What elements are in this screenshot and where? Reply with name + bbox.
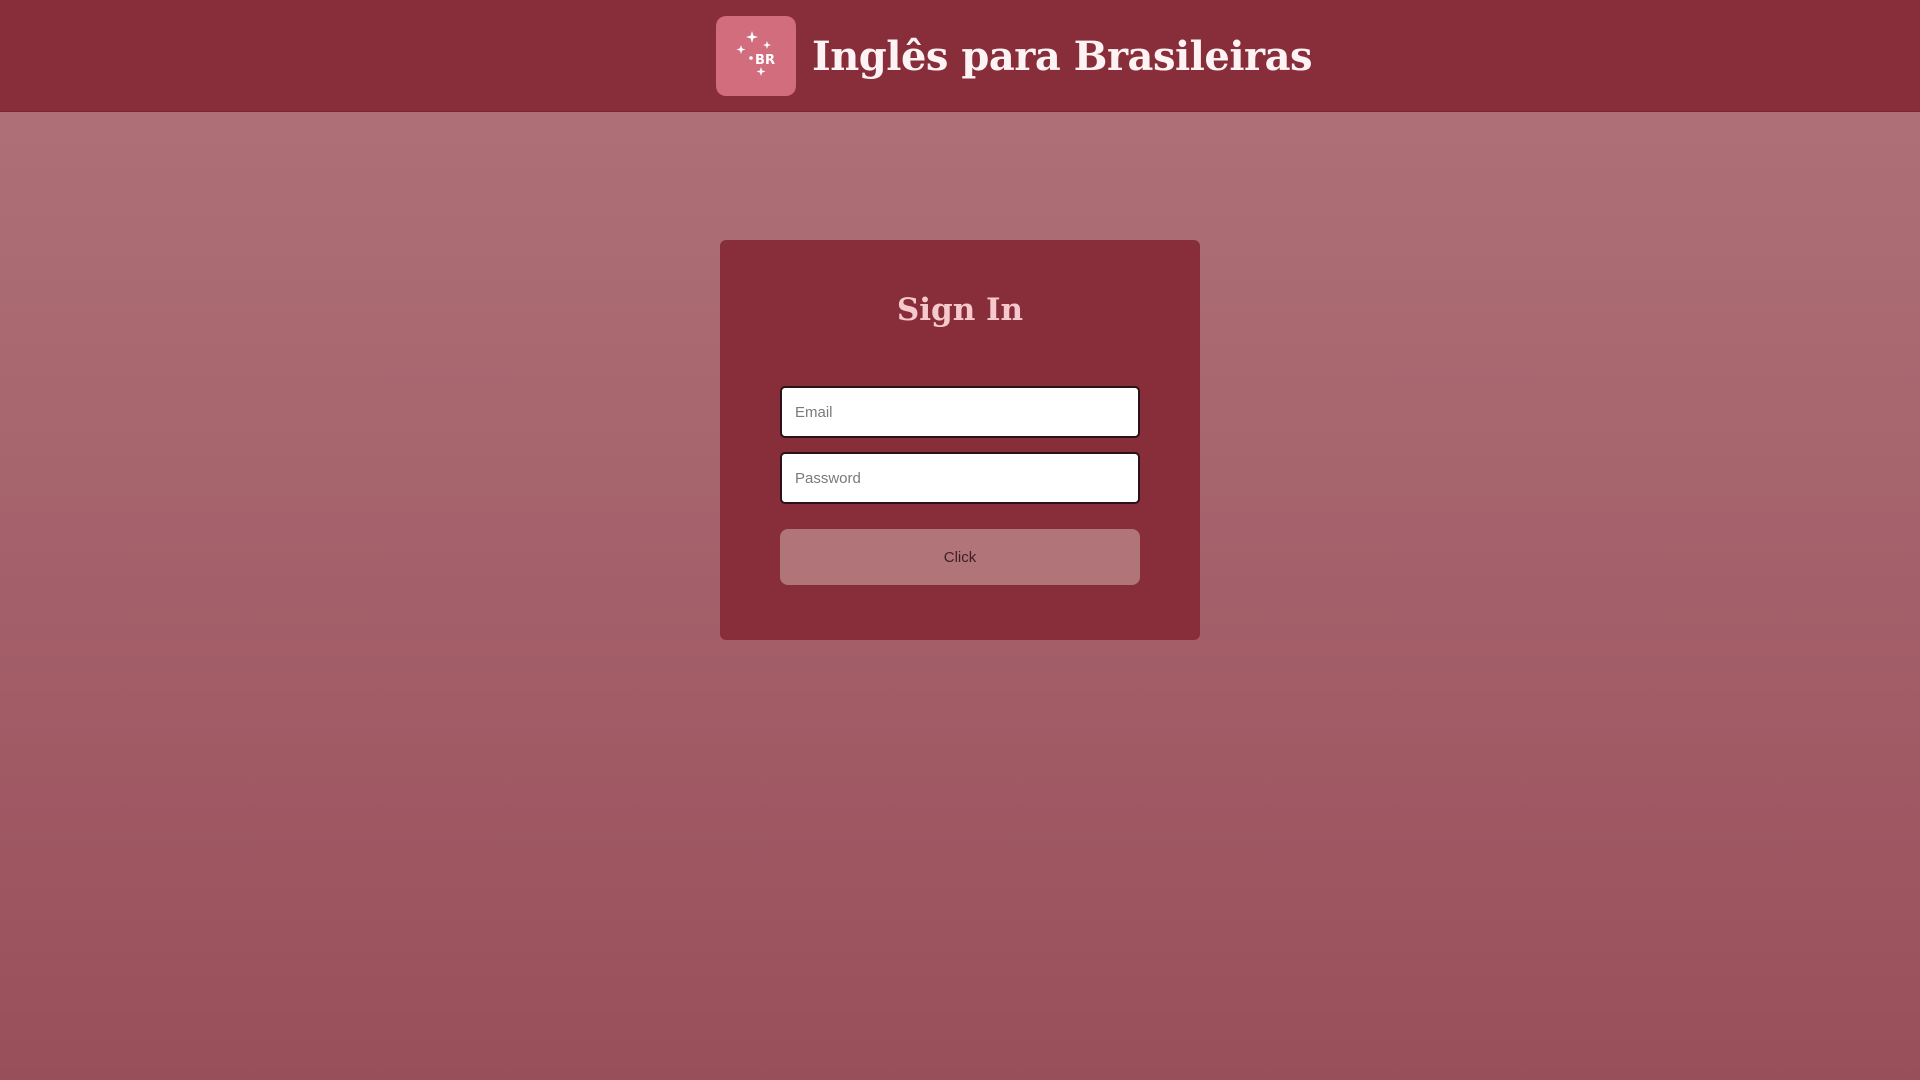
sign-in-button[interactable]: Click xyxy=(780,529,1140,585)
sign-in-title: Sign In xyxy=(896,292,1024,328)
sparkles-br-icon: BR xyxy=(736,31,775,76)
app-logo: BR xyxy=(716,16,796,96)
top-bar: BR Inglês para Brasileiras xyxy=(0,0,1920,112)
password-input[interactable] xyxy=(780,452,1140,504)
email-input[interactable] xyxy=(780,386,1140,438)
brand[interactable]: BR Inglês para Brasileiras xyxy=(716,16,1313,96)
logo-text: BR xyxy=(755,53,775,68)
app-title: Inglês para Brasileiras xyxy=(812,32,1313,80)
sign-in-card: Sign In Click xyxy=(720,240,1200,640)
